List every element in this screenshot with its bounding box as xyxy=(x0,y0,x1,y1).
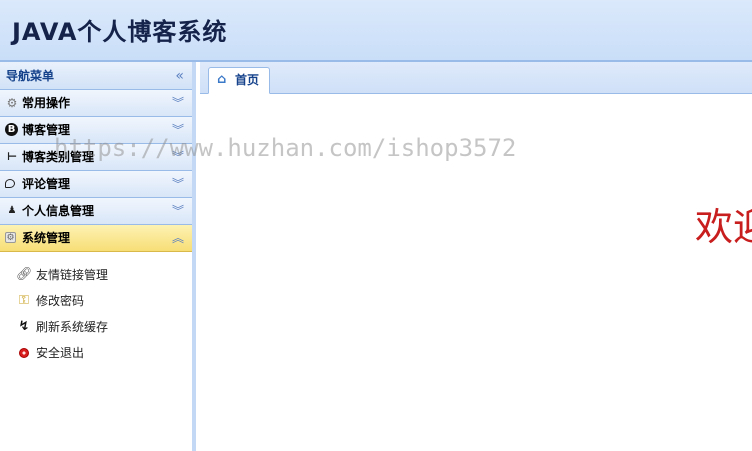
chevron-down-icon[interactable]: ︾ xyxy=(172,171,184,197)
chevron-up-icon[interactable]: ︽ xyxy=(172,225,184,251)
menu-item-label: 友情链接管理 xyxy=(36,268,109,282)
panel-label: 系统管理 xyxy=(22,231,71,245)
tab-bar: ⌂ 首页 xyxy=(200,62,752,94)
panel-label: 博客类别管理 xyxy=(22,150,95,164)
comment-bubble-icon xyxy=(5,179,15,188)
panel-label: 评论管理 xyxy=(22,177,71,191)
menu-item-label: 安全退出 xyxy=(36,346,85,360)
blog-b-icon: B xyxy=(5,123,18,136)
app-window: JAVA个人博客系统 导航菜单 « ⚙ 常用操作 ︾ B 博客管理 ︾ ⊢ 博客… xyxy=(0,0,752,451)
app-header: JAVA个人博客系统 xyxy=(0,0,752,62)
menu-item-label: 刷新系统缓存 xyxy=(36,320,109,334)
menu-item-friend-links[interactable]: 🔗︎ 友情链接管理 xyxy=(0,262,192,288)
gear-icon: ⚙ xyxy=(6,96,18,110)
panel-blog-management[interactable]: B 博客管理 ︾ xyxy=(0,117,192,144)
chevron-down-icon[interactable]: ︾ xyxy=(172,90,184,116)
menu-item-safe-logout[interactable]: 安全退出 xyxy=(0,340,192,366)
chevron-down-icon[interactable]: ︾ xyxy=(172,144,184,170)
welcome-text: 欢迎使用 xyxy=(695,205,752,249)
tab-home[interactable]: ⌂ 首页 xyxy=(208,67,271,94)
nav-menu-header: 导航菜单 « xyxy=(0,62,192,90)
panel-blog-category-management[interactable]: ⊢ 博客类别管理 ︾ xyxy=(0,144,192,171)
user-icon: ♟ xyxy=(7,205,17,216)
panel-comment-management[interactable]: 评论管理 ︾ xyxy=(0,171,192,198)
category-tree-icon: ⊢ xyxy=(6,150,18,163)
system-settings-icon: ⚙ xyxy=(5,232,16,243)
refresh-icon: ↯ xyxy=(18,319,30,334)
panel-label: 个人信息管理 xyxy=(22,204,95,218)
navigation-sidebar: 导航菜单 « ⚙ 常用操作 ︾ B 博客管理 ︾ ⊢ 博客类别管理 ︾ 评论管理… xyxy=(0,62,196,451)
menu-item-change-password[interactable]: ⚿ 修改密码 xyxy=(0,288,192,314)
panel-label: 博客管理 xyxy=(22,123,71,137)
double-chevron-left-icon[interactable]: « xyxy=(175,62,184,90)
home-icon: ⌂ xyxy=(217,72,227,87)
panel-system-management[interactable]: ⚙ 系统管理 ︽ xyxy=(0,225,192,252)
panel-common-operations[interactable]: ⚙ 常用操作 ︾ xyxy=(0,90,192,117)
nav-menu-title: 导航菜单 xyxy=(6,69,55,83)
panel-label: 常用操作 xyxy=(22,96,71,110)
exit-icon xyxy=(19,348,29,358)
chevron-down-icon[interactable]: ︾ xyxy=(172,117,184,143)
tab-label: 首页 xyxy=(235,73,260,87)
key-folder-icon: ⚿ xyxy=(19,293,29,308)
main-content: ⌂ 首页 欢迎使用 xyxy=(200,62,752,451)
chevron-down-icon[interactable]: ︾ xyxy=(172,198,184,224)
link-icon: 🔗︎ xyxy=(16,267,33,282)
menu-item-label: 修改密码 xyxy=(36,294,85,308)
app-title: JAVA个人博客系统 xyxy=(12,18,228,46)
panel-personal-info-management[interactable]: ♟ 个人信息管理 ︾ xyxy=(0,198,192,225)
menu-item-refresh-cache[interactable]: ↯ 刷新系统缓存 xyxy=(0,314,192,340)
system-management-submenu: 🔗︎ 友情链接管理 ⚿ 修改密码 ↯ 刷新系统缓存 安全退出 xyxy=(0,252,192,366)
